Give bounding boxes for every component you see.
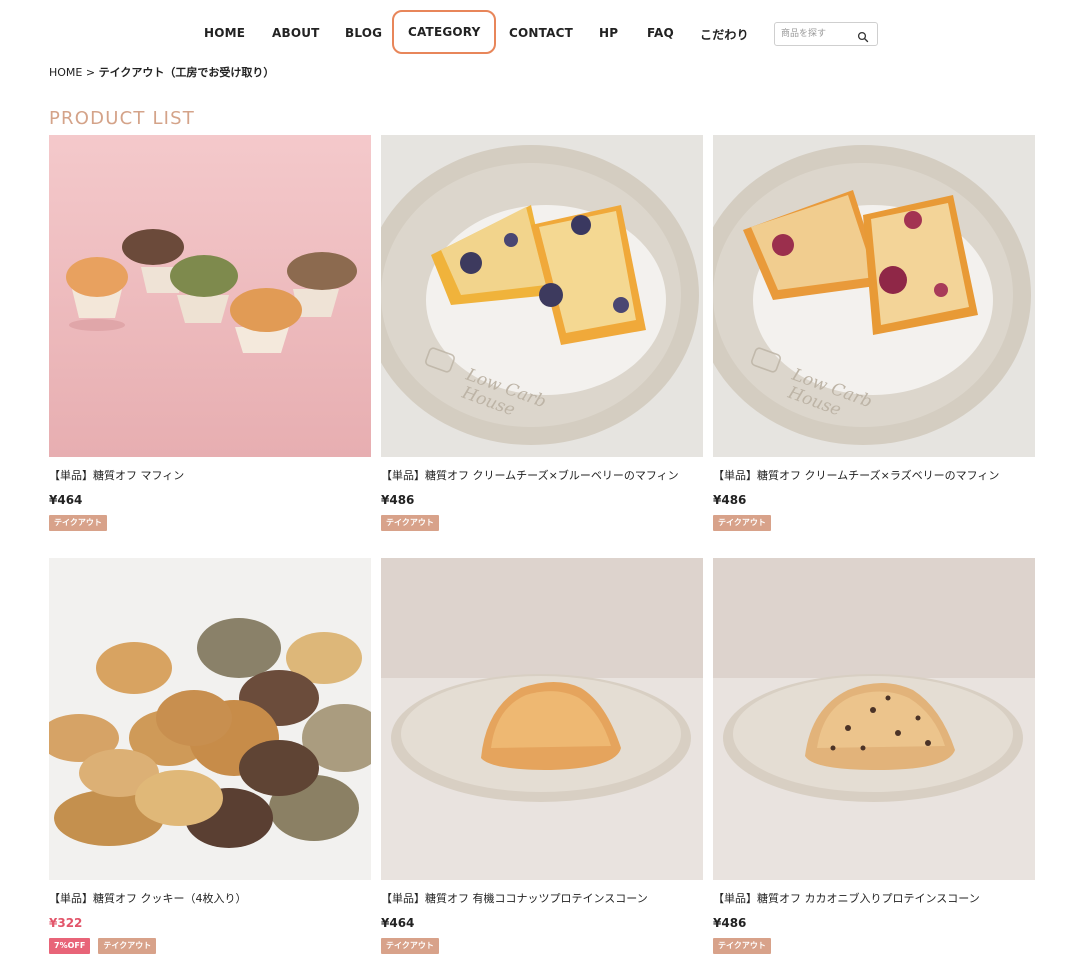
product-name[interactable]: 【単品】糖質オフ クッキー（4枚入り） [49, 890, 371, 906]
product-image-cacao-nib-scone[interactable] [713, 558, 1035, 880]
takeout-badge: テイクアウト [713, 938, 771, 954]
product-image-blueberry-muffin[interactable]: Low Carb House [381, 135, 703, 457]
product-price: ¥486 [713, 493, 747, 507]
breadcrumb-current: テイクアウト（工房でお受け取り） [98, 66, 275, 79]
product-card: 【単品】糖質オフ カカオニブ入りプロテインスコーン ¥486 テイクアウト [713, 558, 1035, 954]
product-badges: テイクアウト [49, 515, 371, 531]
nav-home[interactable]: HOME [204, 26, 245, 40]
product-badges: テイクアウト [713, 938, 1035, 954]
product-name[interactable]: 【単品】糖質オフ マフィン [49, 467, 371, 483]
breadcrumb: HOME > テイクアウト（工房でお受け取り） [49, 64, 274, 80]
product-card: Low Carb House 【単品】糖質オフ クリームチーズ×ラズベリーのマフ… [713, 135, 1035, 531]
takeout-badge: テイクアウト [49, 515, 107, 531]
product-name[interactable]: 【単品】糖質オフ クリームチーズ×ブルーベリーのマフィン [381, 467, 703, 483]
page-title: PRODUCT LIST [49, 108, 196, 130]
product-card: Low Carb House 【単品】糖質オフ クリームチーズ×ブルーベリーのマ… [381, 135, 703, 531]
product-card: 【単品】糖質オフ マフィン ¥464 テイクアウト [49, 135, 371, 531]
nav-hp[interactable]: HP [599, 26, 618, 40]
product-price: ¥486 [381, 493, 415, 507]
nav-contact[interactable]: CONTACT [509, 26, 573, 40]
takeout-badge: テイクアウト [381, 938, 439, 954]
search-icon[interactable] [857, 28, 869, 43]
product-badges: テイクアウト [381, 938, 703, 954]
product-image-cookies[interactable] [49, 558, 371, 880]
product-badges: テイクアウト [713, 515, 1035, 531]
takeout-badge: テイクアウト [713, 515, 771, 531]
product-badges: 7%OFF テイクアウト [49, 938, 371, 954]
nav-blog[interactable]: BLOG [345, 26, 382, 40]
product-name[interactable]: 【単品】糖質オフ 有機ココナッツプロテインスコーン [381, 890, 703, 906]
nav-category[interactable]: CATEGORY [392, 10, 497, 54]
product-image-muffins[interactable] [49, 135, 371, 457]
product-price: ¥464 [49, 493, 83, 507]
product-card: 【単品】糖質オフ クッキー（4枚入り） ¥322 7%OFF テイクアウト [49, 558, 371, 954]
nav-about[interactable]: ABOUT [272, 26, 320, 40]
product-image-raspberry-muffin[interactable]: Low Carb House [713, 135, 1035, 457]
breadcrumb-separator: > [85, 66, 96, 79]
product-card: 【単品】糖質オフ 有機ココナッツプロテインスコーン ¥464 テイクアウト [381, 558, 703, 954]
product-name[interactable]: 【単品】糖質オフ カカオニブ入りプロテインスコーン [713, 890, 1035, 906]
product-price: ¥464 [381, 916, 415, 930]
takeout-badge: テイクアウト [381, 515, 439, 531]
nav-kodawari[interactable]: こだわり [700, 26, 749, 43]
product-price: ¥322 [49, 916, 83, 930]
search-input[interactable] [781, 26, 853, 42]
breadcrumb-home[interactable]: HOME [49, 66, 82, 79]
product-image-coconut-scone[interactable] [381, 558, 703, 880]
takeout-badge: テイクアウト [98, 938, 157, 954]
product-name[interactable]: 【単品】糖質オフ クリームチーズ×ラズベリーのマフィン [713, 467, 1035, 483]
nav-faq[interactable]: FAQ [647, 26, 674, 40]
product-badges: テイクアウト [381, 515, 703, 531]
search-box [774, 22, 878, 46]
product-price: ¥486 [713, 916, 747, 930]
top-nav: HOME ABOUT BLOG CATEGORY CONTACT HP FAQ … [0, 0, 1080, 66]
discount-badge: 7%OFF [49, 938, 91, 954]
